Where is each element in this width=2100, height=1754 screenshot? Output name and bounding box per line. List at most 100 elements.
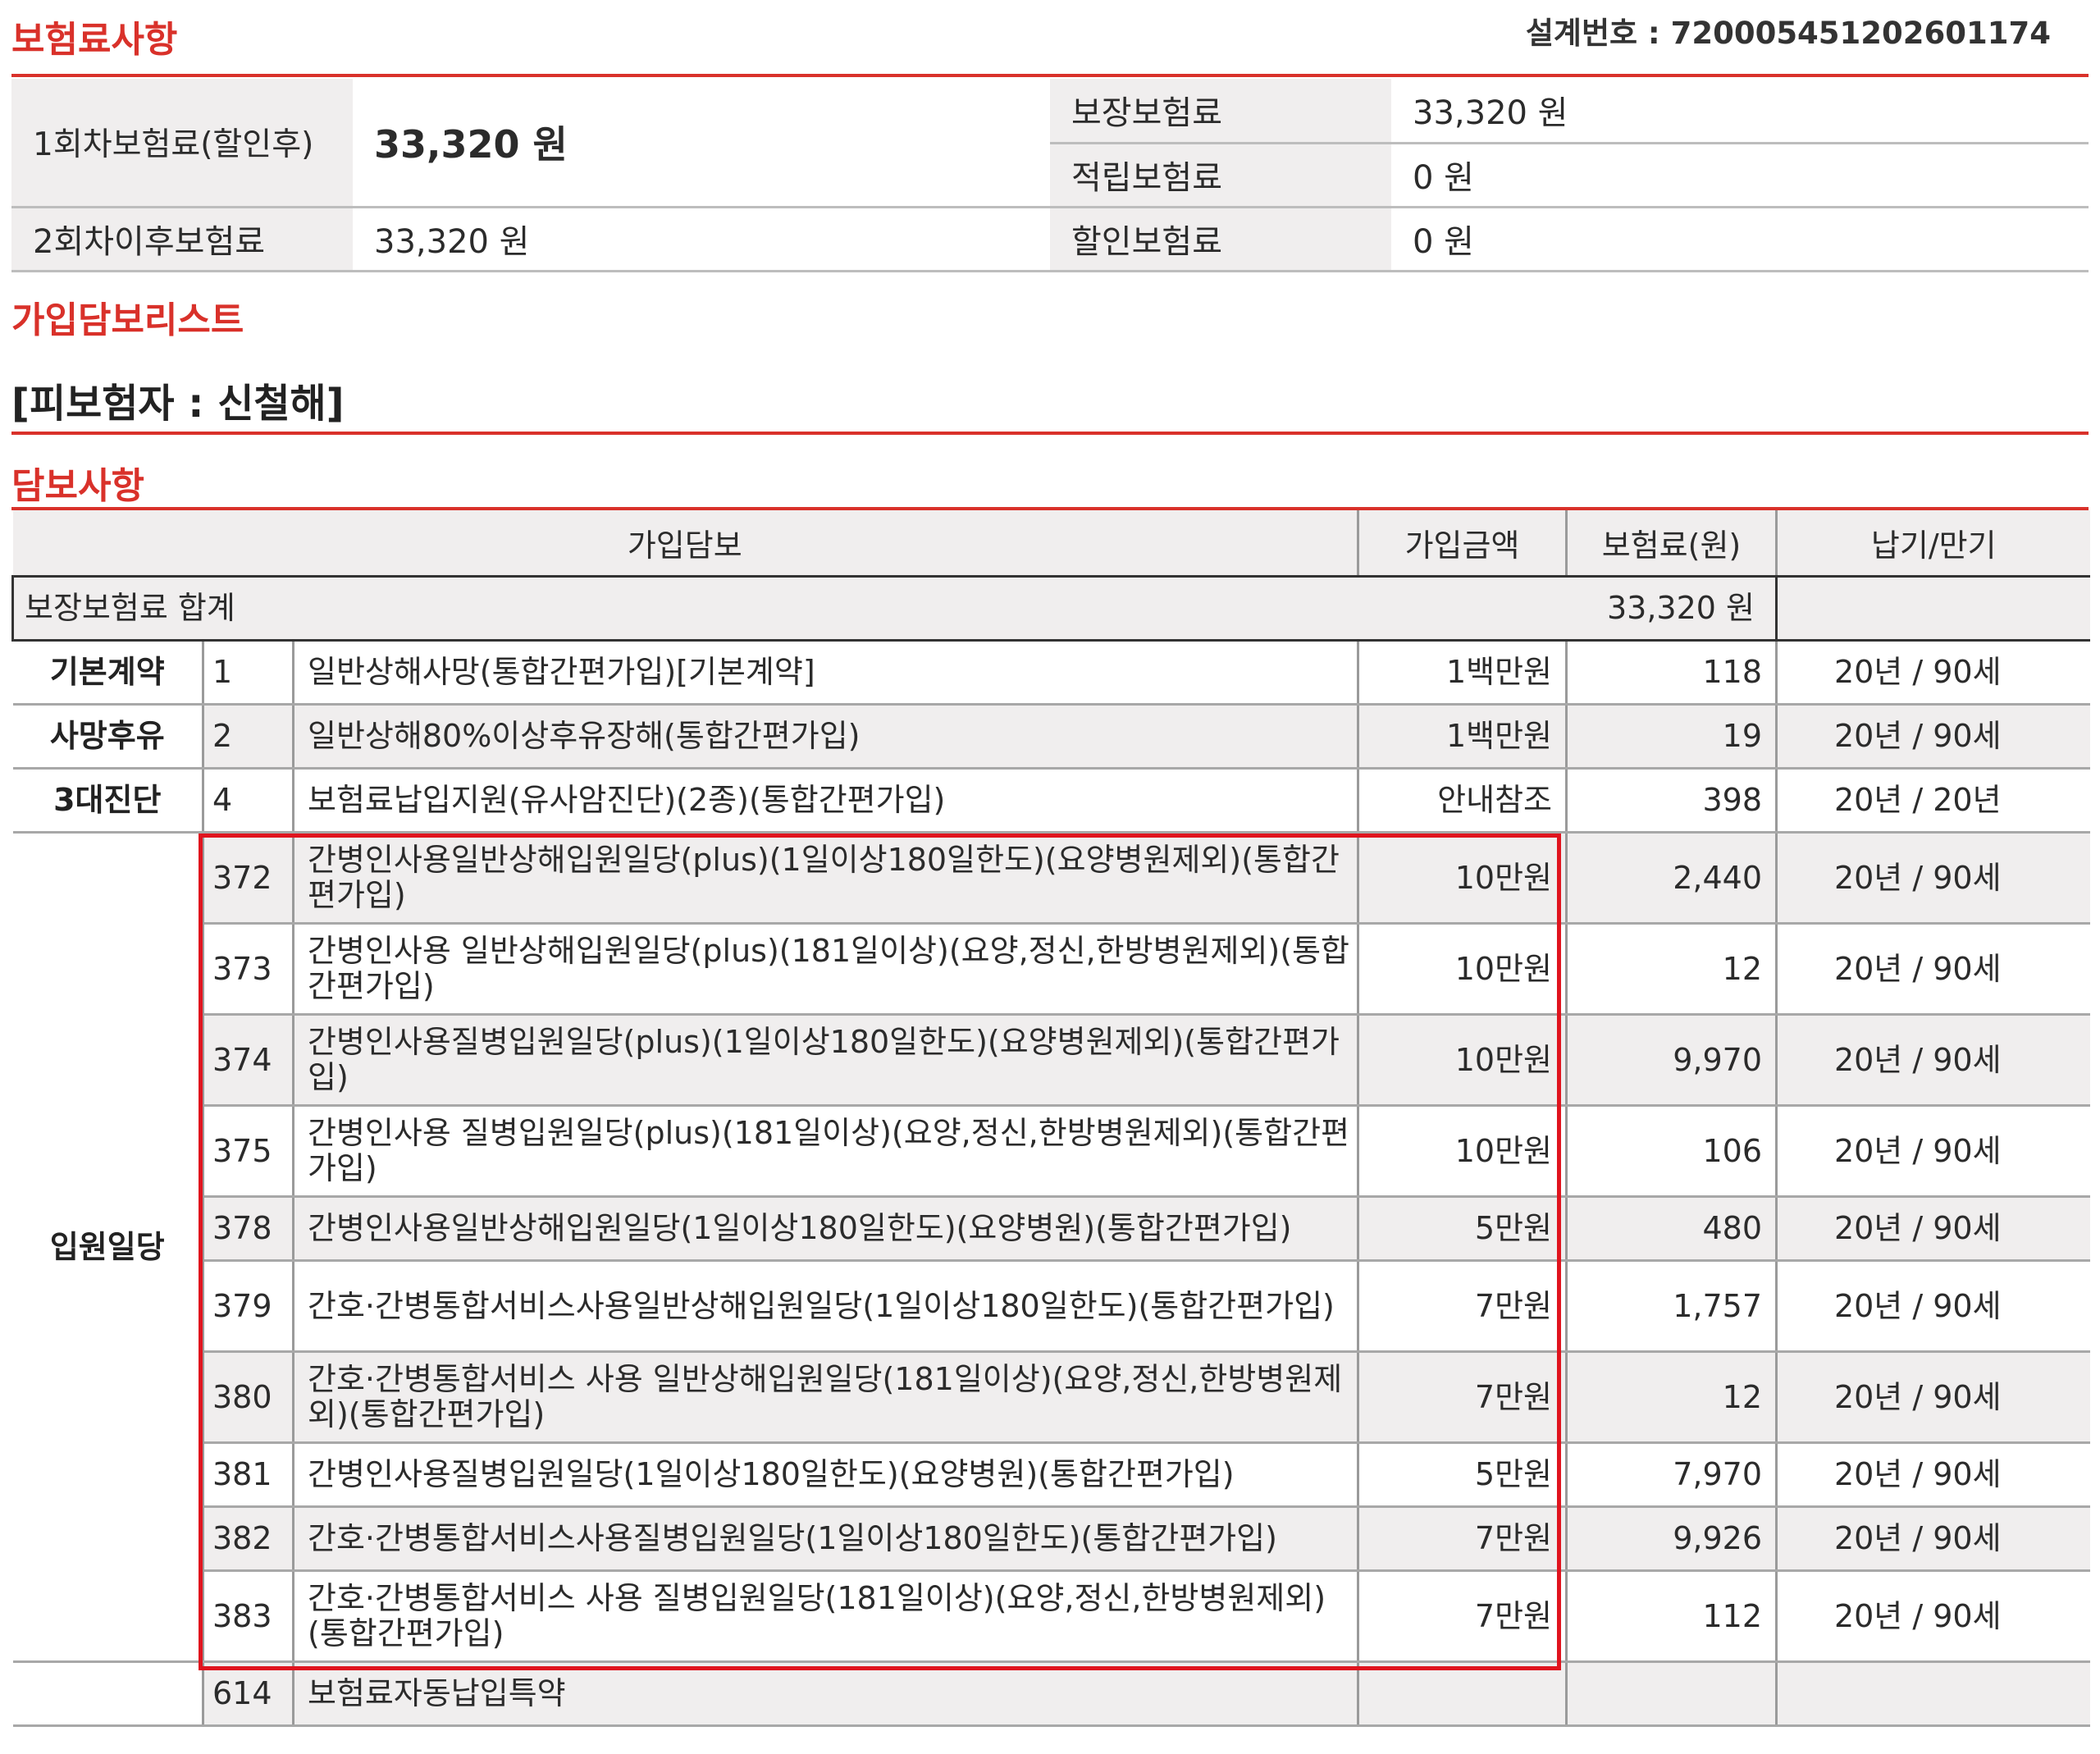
coverage-code: 382 <box>203 1506 294 1572</box>
coverage-premium: 12 <box>1566 923 1778 1016</box>
coverage-premium: 2,440 <box>1566 832 1778 925</box>
category-death: 사망후유 <box>12 704 204 770</box>
coverage-amount <box>1358 1661 1568 1727</box>
coverage-name: 간병인사용질병입원일당(1일이상180일한도)(요양병원)(통합간편가입) <box>293 1442 1359 1508</box>
coverage-name: 일반상해사망(통합간편가입)[기본계약] <box>293 640 1359 706</box>
coverage-premium: 19 <box>1566 704 1778 770</box>
coverage-premium: 1,757 <box>1566 1260 1778 1353</box>
coverage-code: 614 <box>203 1661 294 1727</box>
table-row: 입원일당 372 간병인사용일반상해입원일당(plus)(1일이상180일한도)… <box>12 832 2090 1663</box>
coverage-code: 378 <box>203 1196 294 1262</box>
table-row: 사망후유 2 일반상해80%이상후유장해(통합간편가입) 1백만원 19 20년… <box>12 704 2090 770</box>
header-premium: 보험료(원) <box>1566 510 1778 578</box>
premium-summary-table: 1회차보험료(할인후) 33,320 원 보장보험료 33,320 원 적립보험… <box>11 79 2089 272</box>
header-amount: 가입금액 <box>1358 510 1568 578</box>
sum-value: 33,320 원 <box>1606 590 1755 627</box>
section-divider <box>11 74 2089 77</box>
coverage-premium: 112 <box>1566 1570 1778 1663</box>
coverage-term: 20년 / 90세 <box>1776 640 2090 706</box>
coverage-premium <box>1566 1661 1778 1727</box>
coverage-premium: 118 <box>1566 640 1778 706</box>
category-basic: 기본계약 <box>12 640 204 706</box>
coverage-term: 20년 / 90세 <box>1776 1506 2090 1572</box>
table-row: 3대진단 4 보험료납입지원(유사암진단)(2종)(통합간편가입) 안내참조 3… <box>12 768 2090 834</box>
coverage-code: 379 <box>203 1260 294 1353</box>
coverage-premium: 12 <box>1566 1351 1778 1444</box>
coverage-name: 간호·간병통합서비스사용질병입원일당(1일이상180일한도)(통합간편가입) <box>293 1506 1359 1572</box>
sum-label: 보장보험료 합계 <box>25 590 235 627</box>
coverage-name: 간호·간병통합서비스사용일반상해입원일당(1일이상180일한도)(통합간편가입) <box>293 1260 1359 1353</box>
coverage-amount: 7만원 <box>1358 1506 1568 1572</box>
table-row: 373 간병인사용 일반상해입원일당(plus)(181일이상)(요양,정신,한… <box>13 923 2090 1016</box>
coverage-term: 20년 / 90세 <box>1776 923 2090 1016</box>
coverage-code: 372 <box>203 832 294 925</box>
insured-divider <box>11 432 2089 435</box>
coverage-code: 373 <box>203 923 294 1016</box>
coverage-name: 보험료자동납입특약 <box>293 1661 1359 1727</box>
saving-premium-label: 적립보험료 <box>1050 143 1391 208</box>
table-row: 375 간병인사용 질병입원일당(plus)(181일이상)(요양,정신,한방병… <box>13 1105 2090 1198</box>
coverage-name: 간병인사용 질병입원일당(plus)(181일이상)(요양,정신,한방병원제외)… <box>293 1105 1359 1198</box>
coverage-code: 2 <box>203 704 294 770</box>
coverage-term: 20년 / 90세 <box>1776 1570 2090 1663</box>
coverage-name: 간병인사용일반상해입원일당(1일이상180일한도)(요양병원)(통합간편가입) <box>293 1196 1359 1262</box>
table-row: 380 간호·간병통합서비스 사용 일반상해입원일당(181일이상)(요양,정신… <box>13 1351 2090 1444</box>
coverage-term: 20년 / 90세 <box>1776 1196 2090 1262</box>
coverage-code: 383 <box>203 1570 294 1663</box>
discount-premium-label: 할인보험료 <box>1050 207 1391 272</box>
coverage-name: 간병인사용일반상해입원일당(plus)(1일이상180일한도)(요양병원제외)(… <box>293 832 1359 925</box>
coverage-amount: 안내참조 <box>1358 768 1568 834</box>
coverage-name: 간호·간병통합서비스 사용 일반상해입원일당(181일이상)(요양,정신,한방병… <box>293 1351 1359 1444</box>
table-row: 382 간호·간병통합서비스사용질병입원일당(1일이상180일한도)(통합간편가… <box>13 1506 2090 1572</box>
coverage-table: 가입담보 가입금액 보험료(원) 납기/만기 보장보험료 합계 33,320 원… <box>11 510 2090 1727</box>
coverage-term: 20년 / 90세 <box>1776 1014 2090 1107</box>
coverage-amount: 10만원 <box>1358 832 1568 925</box>
premium-section-title: 보험료사항 <box>11 19 178 61</box>
guarantee-premium-value: 33,320 원 <box>1391 79 2089 144</box>
coverage-list-title: 가입담보리스트 <box>11 299 244 341</box>
coverage-premium: 7,970 <box>1566 1442 1778 1508</box>
coverage-term: 20년 / 90세 <box>1776 832 2090 925</box>
coverage-code: 374 <box>203 1014 294 1107</box>
coverage-term: 20년 / 90세 <box>1776 1105 2090 1198</box>
coverage-term: 20년 / 90세 <box>1776 1260 2090 1353</box>
table-row: 기본계약 1 일반상해사망(통합간편가입)[기본계약] 1백만원 118 20년… <box>12 640 2090 706</box>
coverage-premium: 9,926 <box>1566 1506 1778 1572</box>
table-row: 381 간병인사용질병입원일당(1일이상180일한도)(요양병원)(통합간편가입… <box>13 1442 2090 1508</box>
category-empty <box>12 1661 204 1727</box>
after-premium-value: 33,320 원 <box>353 207 1050 272</box>
coverage-amount: 10만원 <box>1358 923 1568 1016</box>
header-coverage: 가입담보 <box>12 510 1359 578</box>
coverage-term: 20년 / 20년 <box>1776 768 2090 834</box>
category-hospital: 입원일당 <box>12 832 204 1663</box>
coverage-name: 간호·간병통합서비스 사용 질병입원일당(181일이상)(요양,정신,한방병원제… <box>293 1570 1359 1663</box>
table-row: 614 보험료자동납입특약 <box>12 1661 2090 1727</box>
table-row: 374 간병인사용질병입원일당(plus)(1일이상180일한도)(요양병원제외… <box>13 1014 2090 1107</box>
first-premium-label: 1회차보험료(할인후) <box>11 79 353 208</box>
coverage-amount: 1백만원 <box>1358 640 1568 706</box>
coverage-code: 381 <box>203 1442 294 1508</box>
coverage-name: 보험료납입지원(유사암진단)(2종)(통합간편가입) <box>293 768 1359 834</box>
category-diagnosis: 3대진단 <box>12 768 204 834</box>
saving-premium-value: 0 원 <box>1391 143 2089 208</box>
coverage-code: 4 <box>203 768 294 834</box>
header-term: 납기/만기 <box>1776 510 2090 578</box>
coverage-premium: 480 <box>1566 1196 1778 1262</box>
coverage-term <box>1776 1661 2090 1727</box>
coverage-code: 380 <box>203 1351 294 1444</box>
coverage-term: 20년 / 90세 <box>1776 1351 2090 1444</box>
guarantee-premium-label: 보장보험료 <box>1050 79 1391 144</box>
coverage-amount: 5만원 <box>1358 1196 1568 1262</box>
coverage-amount: 1백만원 <box>1358 704 1568 770</box>
sum-row: 보장보험료 합계 33,320 원 <box>11 575 2090 642</box>
coverage-name: 간병인사용 일반상해입원일당(plus)(181일이상)(요양,정신,한방병원제… <box>293 923 1359 1016</box>
coverage-premium: 9,970 <box>1566 1014 1778 1107</box>
sum-cell: 보장보험료 합계 33,320 원 <box>11 575 1778 642</box>
coverage-name: 간병인사용질병입원일당(plus)(1일이상180일한도)(요양병원제외)(통합… <box>293 1014 1359 1107</box>
coverage-code: 375 <box>203 1105 294 1198</box>
sum-empty-cell <box>1775 576 2090 642</box>
coverage-details-title: 담보사항 <box>11 465 144 507</box>
table-row: 379 간호·간병통합서비스사용일반상해입원일당(1일이상180일한도)(통합간… <box>13 1260 2090 1353</box>
first-premium-value: 33,320 원 <box>353 79 1050 208</box>
coverage-amount: 5만원 <box>1358 1442 1568 1508</box>
